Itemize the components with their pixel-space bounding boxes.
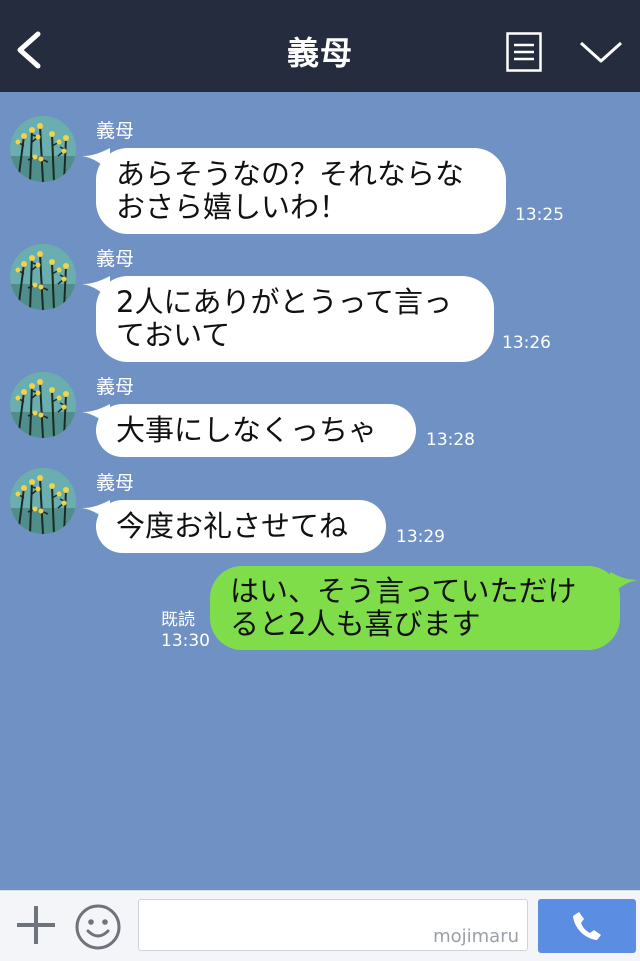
message-bubble-outgoing[interactable]: はい、そう言っていただけ ると2人も喜びます	[210, 566, 620, 650]
read-receipt: 既読 13:30	[161, 610, 210, 652]
avatar[interactable]	[10, 468, 76, 534]
avatar[interactable]	[10, 244, 76, 310]
read-label: 既読	[161, 610, 195, 630]
message-bubble[interactable]: 2人にありがとうって言っ ておいて	[96, 276, 494, 362]
smiley-icon[interactable]	[74, 903, 122, 951]
input-bar: mojimaru	[0, 890, 640, 961]
chat-title: 義母	[286, 34, 353, 72]
message-time: 13:25	[515, 205, 564, 225]
message-time: 13:29	[396, 527, 445, 547]
message-bubble[interactable]: あらそうなの？それならな おさら嬉しいわ！	[96, 148, 506, 234]
message-line: ておいて	[116, 318, 231, 352]
message-line: 今度お礼させてね	[116, 509, 349, 543]
menu-list-icon[interactable]	[506, 32, 542, 72]
plus-icon[interactable]	[14, 903, 58, 947]
avatar[interactable]	[10, 116, 76, 182]
sender-name: 義母	[96, 120, 135, 142]
message-line: はい、そう言っていただけ	[230, 574, 577, 608]
message-line: 2人にありがとうって言っ	[116, 285, 453, 319]
message-line: あらそうなの？それならな	[116, 157, 465, 191]
message-time: 13:30	[161, 631, 210, 651]
chevron-down-icon[interactable]	[578, 38, 624, 66]
avatar[interactable]	[10, 372, 76, 438]
message-time: 13:28	[426, 430, 475, 450]
message-line: おさら嬉しいわ！	[116, 190, 349, 224]
message-time: 13:26	[502, 333, 551, 353]
watermark-text: mojimaru	[433, 926, 519, 947]
call-button[interactable]	[538, 899, 636, 953]
sender-name: 義母	[96, 472, 135, 494]
sender-name: 義母	[96, 376, 135, 398]
chat-header: 義母	[0, 0, 640, 92]
message-list[interactable]: 義母 あらそうなの？それならな おさら嬉しいわ！ 13:25 義母 2人にありが…	[0, 92, 640, 890]
message-bubble[interactable]: 今度お礼させてね	[96, 500, 386, 553]
message-input[interactable]: mojimaru	[138, 899, 528, 951]
message-line: 大事にしなくっちゃ	[116, 413, 378, 447]
sender-name: 義母	[96, 248, 135, 270]
message-line: ると2人も喜びます	[230, 607, 481, 641]
phone-icon	[573, 912, 601, 940]
message-bubble[interactable]: 大事にしなくっちゃ	[96, 404, 416, 457]
